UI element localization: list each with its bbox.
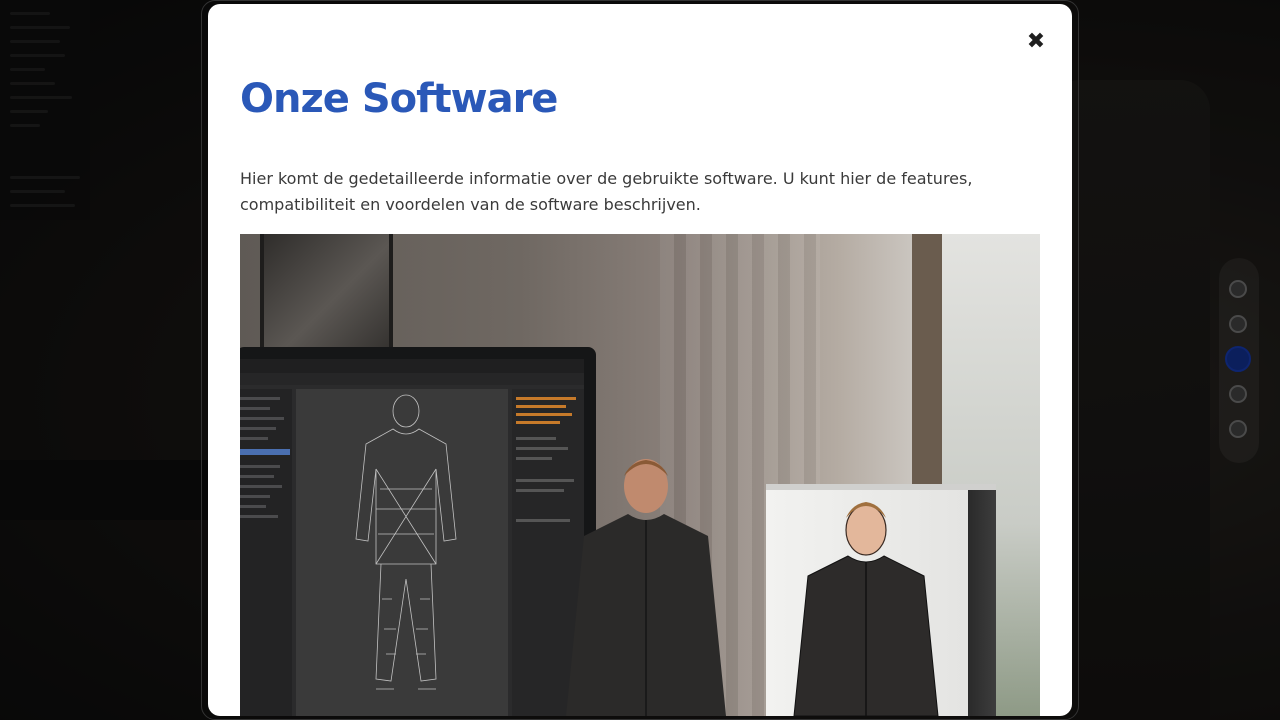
wireframe-figure: [355, 394, 457, 690]
3d-software-screen: [240, 359, 584, 716]
modal-title: Onze Software: [240, 76, 558, 122]
section-dot-nav: [1219, 258, 1259, 463]
nav-dot-4[interactable]: [1229, 385, 1247, 403]
3d-viewport: [296, 389, 550, 716]
monitor: [240, 347, 596, 716]
product-illustration: [240, 234, 1040, 716]
product-box: [766, 490, 968, 716]
nav-dot-2[interactable]: [1229, 315, 1247, 333]
nav-dot-5[interactable]: [1229, 420, 1247, 438]
close-icon[interactable]: ✖: [1024, 30, 1048, 54]
nav-dot-3-active[interactable]: [1225, 346, 1251, 372]
modal-description: Hier komt de gedetailleerde informatie o…: [240, 169, 973, 214]
box-illustration: [793, 502, 939, 716]
nav-dot-1[interactable]: [1229, 280, 1247, 298]
software-modal: ✖ Onze Software Hier komt de gedetaillee…: [208, 4, 1072, 716]
product-box-side: [968, 490, 996, 716]
person-figure: [566, 459, 726, 716]
